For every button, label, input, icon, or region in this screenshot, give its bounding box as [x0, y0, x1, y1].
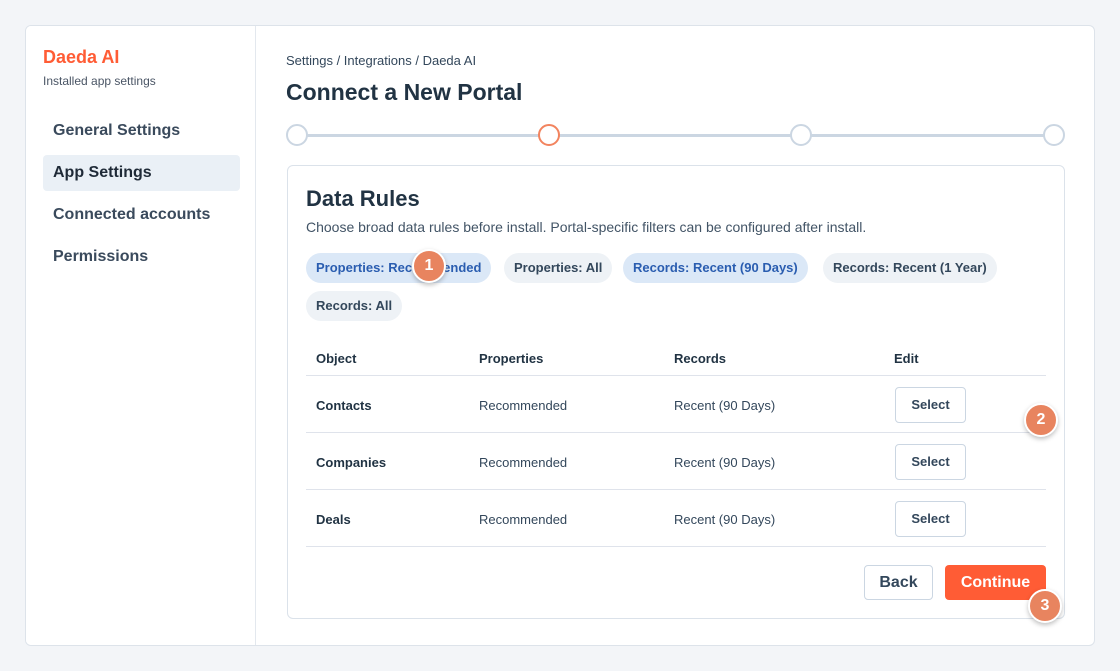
cell-object: Contacts	[316, 398, 372, 413]
back-button[interactable]: Back	[864, 565, 933, 600]
select-button-companies[interactable]: Select	[895, 444, 966, 480]
chip-records-all[interactable]: Records: All	[306, 291, 403, 321]
annotation-marker-1: 1	[412, 249, 446, 283]
header-edit: Edit	[894, 351, 919, 366]
step-1-circle	[286, 124, 308, 146]
sidebar-item-permissions[interactable]: Permissions	[43, 239, 240, 275]
select-button-contacts[interactable]: Select	[895, 387, 966, 423]
card-title: Data Rules	[306, 186, 420, 211]
sidebar-item-app-settings[interactable]: App Settings	[43, 155, 240, 191]
breadcrumb: Settings / Integrations / Daeda AI	[286, 53, 477, 68]
sidebar-item-general-settings[interactable]: General Settings	[43, 113, 240, 149]
chip-properties-recommended[interactable]: Properties: Recommended	[306, 253, 492, 283]
cell-object: Deals	[316, 512, 351, 527]
step-2-circle	[538, 124, 560, 146]
table-row: Companies Recommended Recent (90 Days) S…	[306, 433, 1046, 490]
cell-records: Recent (90 Days)	[674, 455, 776, 470]
chip-properties-all[interactable]: Properties: All	[504, 253, 613, 283]
step-4-circle	[1043, 124, 1065, 146]
table-header: Object Properties Records Edit	[306, 341, 1046, 376]
page-title: Connect a New Portal	[286, 79, 523, 105]
stepper-track	[296, 134, 1055, 137]
data-rules-table: Object Properties Records Edit Contacts …	[306, 341, 1046, 547]
annotation-marker-2: 2	[1024, 403, 1058, 437]
sidebar-item-connected-accounts[interactable]: Connected accounts	[43, 197, 240, 233]
select-button-deals[interactable]: Select	[895, 501, 966, 537]
header-object: Object	[316, 351, 357, 366]
cell-properties: Recommended	[479, 512, 568, 527]
header-records: Records	[674, 351, 727, 366]
data-rules-card: Data Rules Choose broad data rules befor…	[287, 165, 1065, 619]
main-content: Settings / Integrations / Daeda AI Conne…	[257, 26, 1094, 645]
progress-stepper	[286, 124, 1065, 146]
table-row: Deals Recommended Recent (90 Days) Selec…	[306, 490, 1046, 547]
cell-object: Companies	[316, 455, 387, 470]
step-3-circle	[790, 124, 812, 146]
app-subtitle: Installed app settings	[43, 74, 156, 88]
card-description: Choose broad data rules before install. …	[306, 219, 867, 235]
app-window: Daeda AI Installed app settings General …	[25, 25, 1095, 646]
cell-records: Recent (90 Days)	[674, 398, 776, 413]
chip-records-recent-1-year[interactable]: Records: Recent (1 Year)	[823, 253, 997, 283]
chip-records-recent-90-days[interactable]: Records: Recent (90 Days)	[623, 253, 808, 283]
cell-properties: Recommended	[479, 398, 568, 413]
cell-properties: Recommended	[479, 455, 568, 470]
app-brand: Daeda AI	[43, 47, 120, 67]
header-properties: Properties	[479, 351, 544, 366]
sidebar-nav: General Settings App Settings Connected …	[43, 113, 240, 281]
annotation-marker-3: 3	[1028, 589, 1062, 623]
sidebar: Daeda AI Installed app settings General …	[26, 26, 256, 645]
cell-records: Recent (90 Days)	[674, 512, 776, 527]
table-row: Contacts Recommended Recent (90 Days) Se…	[306, 376, 1046, 433]
